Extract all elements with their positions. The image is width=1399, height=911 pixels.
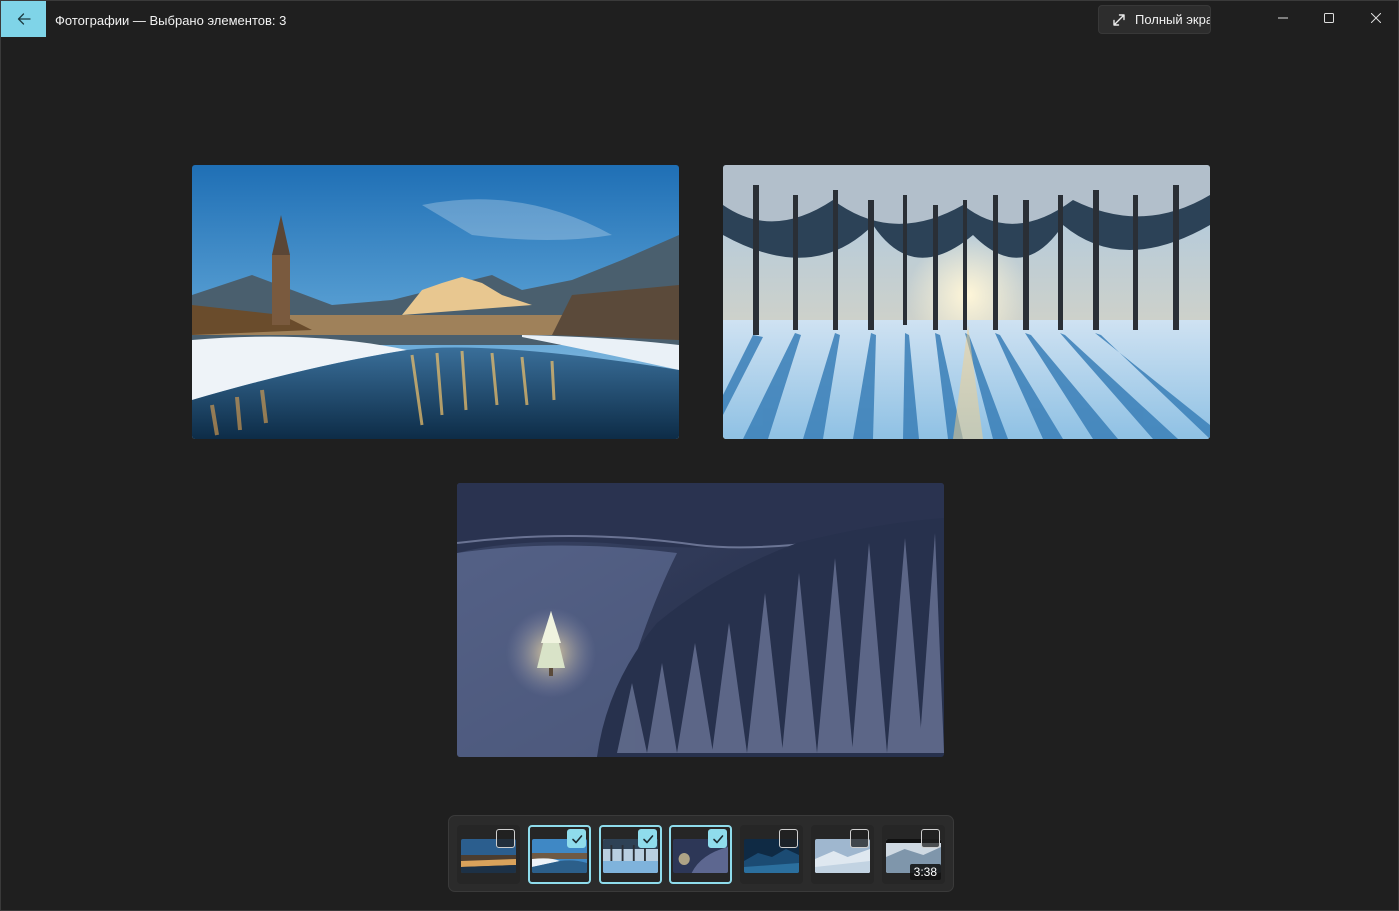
minimize-icon (1278, 13, 1288, 23)
window-title: Фотографии — Выбрано элементов: 3 (55, 13, 287, 28)
photo-salzburg-river[interactable] (192, 165, 679, 439)
filmstrip-thumb-video[interactable]: 3:38 (882, 825, 945, 884)
filmstrip-thumb[interactable] (811, 825, 874, 884)
video-duration: 3:38 (909, 864, 941, 880)
filmstrip-thumb[interactable] (669, 825, 732, 884)
selection-checkbox[interactable] (921, 829, 940, 848)
filmstrip-thumb[interactable] (528, 825, 591, 884)
filmstrip-thumb[interactable] (599, 825, 662, 884)
checkmark-icon (571, 833, 583, 845)
selection-checkbox[interactable] (779, 829, 798, 848)
selection-checkbox[interactable] (850, 829, 869, 848)
title-bar: Фотографии — Выбрано элементов: 3 Полный… (1, 1, 1398, 37)
maximize-icon (1324, 13, 1334, 23)
photo-snowy-forest[interactable] (723, 165, 1210, 439)
photo-christmas-tree-forest[interactable] (457, 483, 944, 757)
maximize-button[interactable] (1306, 1, 1352, 35)
checkmark-icon (712, 833, 724, 845)
photos-window: Фотографии — Выбрано элементов: 3 Полный… (0, 0, 1399, 911)
close-button[interactable] (1353, 1, 1398, 35)
checkmark-icon (642, 833, 654, 845)
expand-icon (1111, 12, 1127, 28)
fullscreen-label: Полный экран (1135, 12, 1210, 27)
arrow-left-icon (16, 11, 32, 27)
close-icon (1371, 13, 1381, 23)
filmstrip-thumb[interactable] (457, 825, 520, 884)
filmstrip: 3:38 (448, 815, 954, 892)
minimize-button[interactable] (1260, 1, 1306, 35)
selection-checkbox[interactable] (638, 829, 657, 848)
back-button[interactable] (1, 1, 46, 37)
selection-checkbox[interactable] (708, 829, 727, 848)
selection-checkbox[interactable] (496, 829, 515, 848)
fullscreen-button[interactable]: Полный экран (1098, 5, 1211, 34)
selection-checkbox[interactable] (567, 829, 586, 848)
filmstrip-thumb[interactable] (740, 825, 803, 884)
